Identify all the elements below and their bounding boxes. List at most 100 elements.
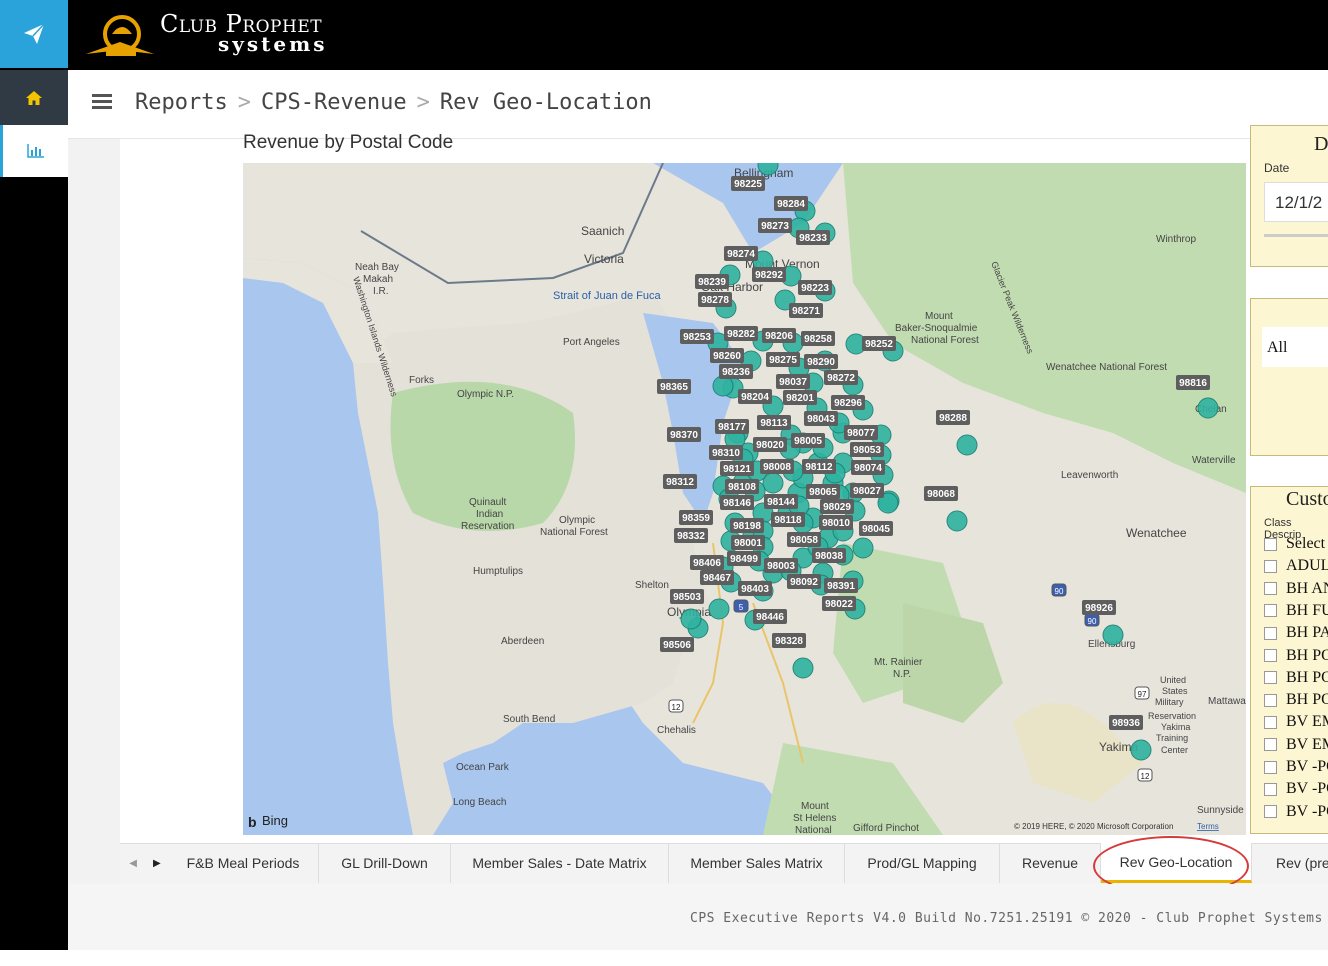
- svg-text:Shelton: Shelton: [635, 580, 669, 591]
- sidebar-item-reports[interactable]: [0, 125, 68, 177]
- postal-code-label-98198: 98198: [730, 518, 764, 533]
- customer-option[interactable]: BH PA: [1264, 624, 1328, 642]
- postal-code-label-98092: 98092: [787, 574, 821, 589]
- location-marker[interactable]: [852, 537, 874, 559]
- tab-fb-meal-periods[interactable]: F&B Meal Periods: [168, 843, 319, 883]
- tab-scroll-right-icon[interactable]: ▶: [153, 858, 161, 869]
- postal-code-label-98332: 98332: [674, 528, 708, 543]
- svg-text:98403: 98403: [741, 584, 769, 595]
- checkbox[interactable]: [1264, 805, 1277, 819]
- tab-scroll-left-icon[interactable]: ◀: [129, 858, 137, 869]
- checkbox[interactable]: [1264, 782, 1277, 796]
- location-marker-98328[interactable]: [792, 657, 814, 679]
- svg-text:98206: 98206: [765, 331, 793, 342]
- tab-prod-gl-mapping[interactable]: Prod/GL Mapping: [845, 843, 1000, 883]
- tab-rev-pre[interactable]: Rev (pre: [1252, 843, 1328, 883]
- postal-code-label-98467: 98467: [700, 570, 734, 585]
- svg-text:98001: 98001: [734, 538, 762, 549]
- svg-text:98310: 98310: [712, 448, 740, 459]
- location-marker-98816[interactable]: [1197, 397, 1219, 419]
- map-attribution: © 2019 HERE, © 2020 Microsoft Corporatio…: [1014, 822, 1173, 831]
- customer-option-label: BH PO: [1286, 646, 1328, 664]
- checkbox[interactable]: [1264, 760, 1277, 774]
- customer-option[interactable]: BV EM: [1264, 713, 1328, 731]
- svg-text:98225: 98225: [734, 179, 762, 190]
- postal-code-label-98312: 98312: [663, 474, 697, 489]
- date-slicer-title: D: [1314, 133, 1328, 155]
- paper-plane-icon: [24, 23, 45, 44]
- checkbox[interactable]: [1264, 537, 1277, 551]
- location-marker-98068[interactable]: [946, 510, 968, 532]
- svg-text:98252: 98252: [865, 339, 893, 350]
- location-marker-98936[interactable]: [1130, 739, 1152, 761]
- svg-text:12: 12: [672, 703, 681, 712]
- svg-text:98198: 98198: [733, 521, 761, 532]
- postal-code-label-98177: 98177: [715, 419, 749, 434]
- postal-code-label-98258: 98258: [801, 331, 835, 346]
- menu-toggle-icon[interactable]: [92, 94, 112, 110]
- sidebar-item-home[interactable]: [0, 70, 68, 125]
- checkbox[interactable]: [1264, 671, 1277, 685]
- postal-code-label-98038: 98038: [812, 548, 846, 563]
- customer-option[interactable]: ADUL: [1264, 557, 1328, 575]
- checkbox[interactable]: [1264, 582, 1277, 596]
- tab-member-sales-matrix[interactable]: Member Sales Matrix: [669, 843, 845, 883]
- postal-code-label-98370: 98370: [667, 427, 701, 442]
- customer-option-label: BH PO: [1286, 668, 1328, 686]
- customer-option[interactable]: BV EM: [1264, 736, 1328, 754]
- customer-option[interactable]: Select: [1264, 535, 1325, 553]
- date-label: Date: [1264, 161, 1290, 175]
- date-range-slider[interactable]: [1264, 234, 1328, 237]
- svg-text:98506: 98506: [663, 640, 691, 651]
- checkbox[interactable]: [1264, 559, 1277, 573]
- svg-text:Neah Bay: Neah Bay: [355, 262, 399, 273]
- location-marker-98506[interactable]: [680, 608, 702, 630]
- customer-option[interactable]: BH PO: [1264, 669, 1328, 687]
- app-logo-button[interactable]: [0, 0, 68, 68]
- customer-option[interactable]: BV -PO: [1264, 780, 1328, 798]
- customer-option[interactable]: BH AN: [1264, 580, 1328, 598]
- checkbox[interactable]: [1264, 626, 1277, 640]
- checkbox[interactable]: [1264, 715, 1277, 729]
- postal-code-label-98053: 98053: [850, 442, 884, 457]
- svg-text:98260: 98260: [713, 351, 741, 362]
- map-title: Revenue by Postal Code: [243, 132, 454, 153]
- postal-code-label-98328: 98328: [772, 633, 806, 648]
- customer-option[interactable]: BH FU: [1264, 602, 1328, 620]
- svg-text:Victoria: Victoria: [584, 252, 624, 266]
- location-marker-98926[interactable]: [1102, 624, 1124, 646]
- svg-text:98370: 98370: [670, 430, 698, 441]
- postal-code-label-98233: 98233: [796, 230, 830, 245]
- postal-code-label-98045: 98045: [859, 521, 893, 536]
- customer-option[interactable]: BH PO: [1264, 647, 1328, 665]
- breadcrumb-cps-revenue[interactable]: CPS-Revenue: [261, 90, 407, 115]
- revenue-map[interactable]: Bellingham Saanich Victoria Winthrop Nea…: [243, 163, 1246, 835]
- tab-revenue[interactable]: Revenue: [1000, 843, 1101, 883]
- location-marker-98503[interactable]: [708, 598, 730, 620]
- customer-option[interactable]: BV -PO: [1264, 803, 1328, 821]
- breadcrumb: Reports > CPS-Revenue > Rev Geo-Location: [135, 90, 652, 115]
- checkbox[interactable]: [1264, 604, 1277, 618]
- svg-text:97: 97: [1138, 690, 1147, 699]
- svg-text:I.R.: I.R.: [373, 286, 389, 297]
- breadcrumb-reports[interactable]: Reports: [135, 90, 228, 115]
- svg-text:National: National: [795, 825, 832, 835]
- customer-option[interactable]: BH PO: [1264, 691, 1328, 709]
- customer-option-label: BV -PO: [1286, 758, 1328, 775]
- svg-text:98816: 98816: [1179, 378, 1207, 389]
- postal-code-label-98144: 98144: [764, 494, 798, 509]
- location-marker-98288[interactable]: [956, 434, 978, 456]
- checkbox[interactable]: [1264, 738, 1277, 752]
- checkbox[interactable]: [1264, 649, 1277, 662]
- customer-option[interactable]: BV -PO: [1264, 758, 1328, 776]
- checkbox[interactable]: [1264, 693, 1277, 707]
- tab-member-sales-date-matrix[interactable]: Member Sales - Date Matrix: [451, 843, 669, 883]
- postal-code-label-98121: 98121: [720, 461, 754, 476]
- postal-code-label-98206: 98206: [762, 328, 796, 343]
- svg-text:Sunnyside: Sunnyside: [1197, 805, 1244, 816]
- postal-code-label-98406: 98406: [690, 555, 724, 570]
- svg-text:98359: 98359: [682, 513, 710, 524]
- tab-gl-drill-down[interactable]: GL Drill-Down: [319, 843, 451, 883]
- customer-option-label: Select: [1286, 535, 1326, 552]
- svg-text:98003: 98003: [767, 561, 795, 572]
